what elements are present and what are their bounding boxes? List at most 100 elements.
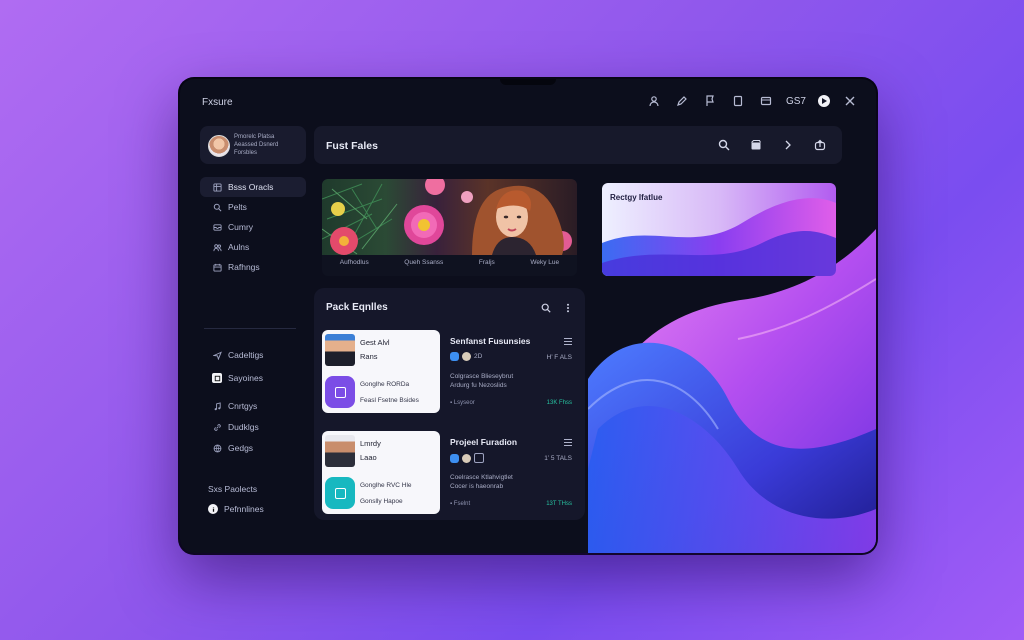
banner-caption[interactable]: Aufhodlus: [340, 259, 369, 266]
sidebar-item-preferences[interactable]: Pefnnlines: [200, 499, 306, 519]
clock-readout: GS7: [785, 95, 806, 107]
person-name: Gest Alvl: [360, 338, 390, 347]
close-icon[interactable]: [842, 93, 858, 109]
banner-captions: Aufhodlus Queh Ssanss Fraljs Weky Lue: [322, 259, 577, 266]
play-icon[interactable]: [818, 95, 830, 107]
item-title: Senfanst Fusunsies: [450, 336, 531, 346]
item-line: Gonslly Hapoe: [360, 498, 403, 505]
users-icon: [212, 242, 222, 252]
search-icon[interactable]: [716, 137, 732, 153]
featured-banner[interactable]: Aufhodlus Queh Ssanss Fraljs Weky Lue: [322, 179, 577, 276]
sidebar-item-users[interactable]: Aulns: [200, 237, 306, 257]
inbox-icon: [212, 222, 222, 232]
sidebar-item-label: Aulns: [228, 242, 250, 252]
person-text: Gest Alvl Rans: [360, 336, 390, 364]
banner-caption[interactable]: Fraljs: [479, 259, 495, 266]
app-icon: [212, 373, 222, 383]
person-name: Lmrdy: [360, 439, 381, 448]
sidebar-item-label: Cnrtgys: [228, 401, 258, 411]
profile-text: Pmorelc Platsa Aeassed Dsnerd Forsbles: [234, 133, 278, 157]
primary-nav: Bsss Oracls Pelts Cumry Aulns Rafhngs: [200, 177, 306, 277]
item-card[interactable]: Lmrdy Laao Gonglhe RVC Hle Gonslly Hapoe: [322, 431, 440, 514]
sidebar-item-overview[interactable]: Bsss Oracls: [200, 177, 306, 197]
sidebar: Pmorelc Platsa Aeassed Dsnerd Forsbles B…: [180, 123, 310, 553]
list-item[interactable]: Lmrdy Laao Gonglhe RVC Hle Gonslly Hapoe…: [322, 431, 578, 514]
item-description: Colgrasce Blieseybrut Ardurg fu Nezoslid…: [450, 372, 513, 390]
banner-caption[interactable]: Weky Lue: [530, 259, 559, 266]
more-vertical-icon[interactable]: [563, 300, 573, 318]
item-footer: ▪ Fselnt 13T THss: [450, 501, 572, 507]
banner-image: [322, 179, 577, 255]
preview-title: Rectgy Ifatlue: [610, 193, 663, 202]
pack-panel: Pack Eqnlles Gest Alvl Rans Gonglhe RORD…: [314, 288, 585, 520]
app-icon: [325, 477, 355, 509]
sidebar-item-globe[interactable]: Gedgs: [200, 438, 306, 458]
item-line: Feasl Fsetne Bsides: [360, 397, 419, 404]
chevron-right-icon[interactable]: [780, 137, 796, 153]
sidebar-item-music[interactable]: Cnrtgys: [200, 396, 306, 416]
globe-icon: [212, 443, 222, 453]
item-chips: [450, 453, 484, 463]
clapperboard-icon[interactable]: [748, 137, 764, 153]
window-controls: GS7: [646, 93, 858, 109]
sidebar-item-apps[interactable]: Sayoines: [200, 368, 306, 388]
item-line: Gonglhe RVC Hle: [360, 482, 412, 489]
flag-icon[interactable]: [702, 93, 718, 109]
item-card[interactable]: Gest Alvl Rans Gonglhe RORDa Feasl Fsetn…: [322, 330, 440, 413]
sidebar-item-label: Sayoines: [228, 373, 263, 383]
preview-card[interactable]: Rectgy Ifatlue: [602, 183, 836, 276]
pen-icon[interactable]: [674, 93, 690, 109]
profile-card[interactable]: Pmorelc Platsa Aeassed Dsnerd Forsbles: [200, 126, 306, 164]
list-item[interactable]: Gest Alvl Rans Gonglhe RORDa Feasl Fsetn…: [322, 330, 578, 413]
sidebar-item-calendar[interactable]: Rafhngs: [200, 257, 306, 277]
sidebar-item-label: Rafhngs: [228, 262, 260, 272]
music-icon: [212, 401, 222, 411]
calendar-icon: [212, 262, 222, 272]
chip-label: 2D: [474, 353, 483, 360]
banner-caption[interactable]: Queh Ssanss: [404, 259, 443, 266]
chat-icon: [450, 453, 459, 463]
profile-status: Forsbles: [234, 150, 258, 156]
info-icon: [208, 504, 218, 514]
sidebar-item-projects[interactable]: Sxs Paolects: [200, 479, 306, 499]
description-line: Ardurg fu Nezoslids: [450, 382, 507, 389]
item-footer: ▪ Lsyseor 13K Fhss: [450, 400, 572, 406]
secondary-nav: Cadeltigs Sayoines Cnrtgys Dudklgs Gedgs: [200, 345, 306, 458]
person-subtitle: Rans: [360, 352, 378, 361]
file-icon[interactable]: [730, 93, 746, 109]
app-title: Fxsure: [202, 97, 233, 108]
user-icon[interactable]: [646, 93, 662, 109]
person-text: Lmrdy Laao: [360, 437, 381, 465]
menu-icon[interactable]: [564, 437, 572, 448]
app-icon: [325, 376, 355, 408]
sidebar-item-search[interactable]: Pelts: [200, 197, 306, 217]
footer-left: ▪ Fselnt: [450, 501, 471, 507]
sidebar-item-links[interactable]: Dudklgs: [200, 417, 306, 437]
sidebar-footer: Sxs Paolects Pefnnlines: [200, 479, 306, 519]
sidebar-item-inbox[interactable]: Cumry: [200, 217, 306, 237]
item-lines: Gonglhe RORDa Feasl Fsetne Bsides: [360, 377, 419, 409]
person-photo: [325, 334, 355, 366]
search-icon[interactable]: [541, 300, 551, 318]
wallpaper-art: [587, 229, 876, 553]
sidebar-item-label: Pefnnlines: [224, 504, 264, 514]
share-icon[interactable]: [812, 137, 828, 153]
item-description: Coelrasce Ktlahvigtlet Cocer is haeonrab: [450, 473, 513, 491]
pack-title: Pack Eqnlles: [326, 302, 388, 313]
sidebar-item-send[interactable]: Cadeltigs: [200, 345, 306, 365]
item-stat: H’ F ALS: [546, 354, 572, 361]
header-actions: [716, 137, 828, 153]
page-title: Fust Fales: [326, 140, 378, 152]
pack-actions: [541, 300, 573, 318]
item-line: Gonglhe RORDa: [360, 381, 410, 388]
sidebar-item-label: Dudklgs: [228, 422, 259, 432]
footer-left: ▪ Lsyseor: [450, 400, 475, 406]
send-icon: [212, 350, 222, 360]
window-icon[interactable]: [758, 93, 774, 109]
sidebar-item-label: Pelts: [228, 202, 247, 212]
profile-role: Aeassed Dsnerd: [234, 142, 279, 148]
sidebar-divider: [204, 328, 296, 329]
square-icon: [474, 453, 484, 463]
description-line: Colgrasce Blieseybrut: [450, 373, 514, 380]
menu-icon[interactable]: [564, 336, 572, 347]
